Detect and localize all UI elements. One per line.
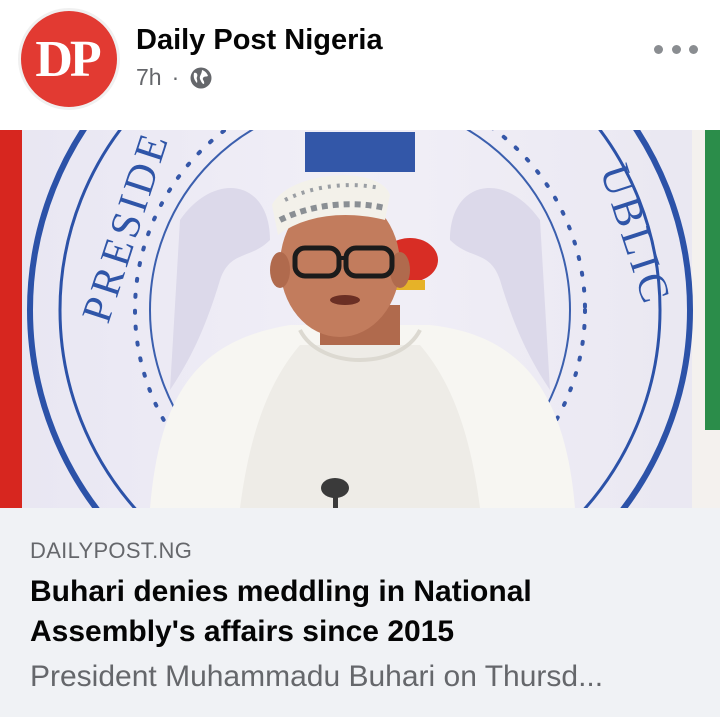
link-domain: DAILYPOST.NG <box>30 538 193 563</box>
page-avatar[interactable]: DP <box>18 8 120 110</box>
page-name-link[interactable]: Daily Post Nigeria <box>136 24 383 57</box>
link-preview-text[interactable]: DAILYPOST.NG Buhari denies meddling in N… <box>0 508 720 717</box>
more-dot <box>654 44 663 54</box>
link-headline[interactable]: Buhari denies meddling in National Assem… <box>30 572 690 652</box>
post-header: DP Daily Post Nigeria 7h · <box>0 0 720 128</box>
avatar-logo-text: DP <box>35 30 101 88</box>
more-dot <box>689 44 698 54</box>
facebook-post: DP Daily Post Nigeria 7h · PRESIDE UBLIC… <box>0 0 720 717</box>
link-preview-image[interactable]: PRESIDE UBLIC <box>0 130 720 508</box>
more-options-button[interactable] <box>654 38 698 60</box>
meta-separator: · <box>171 64 180 90</box>
more-dot <box>671 44 681 54</box>
globe-icon <box>189 66 213 90</box>
post-timestamp[interactable]: 7h <box>136 64 162 91</box>
post-meta: 7h · <box>136 64 213 91</box>
link-snippet: President Muhammadu Buhari on Thursd... <box>30 660 604 693</box>
